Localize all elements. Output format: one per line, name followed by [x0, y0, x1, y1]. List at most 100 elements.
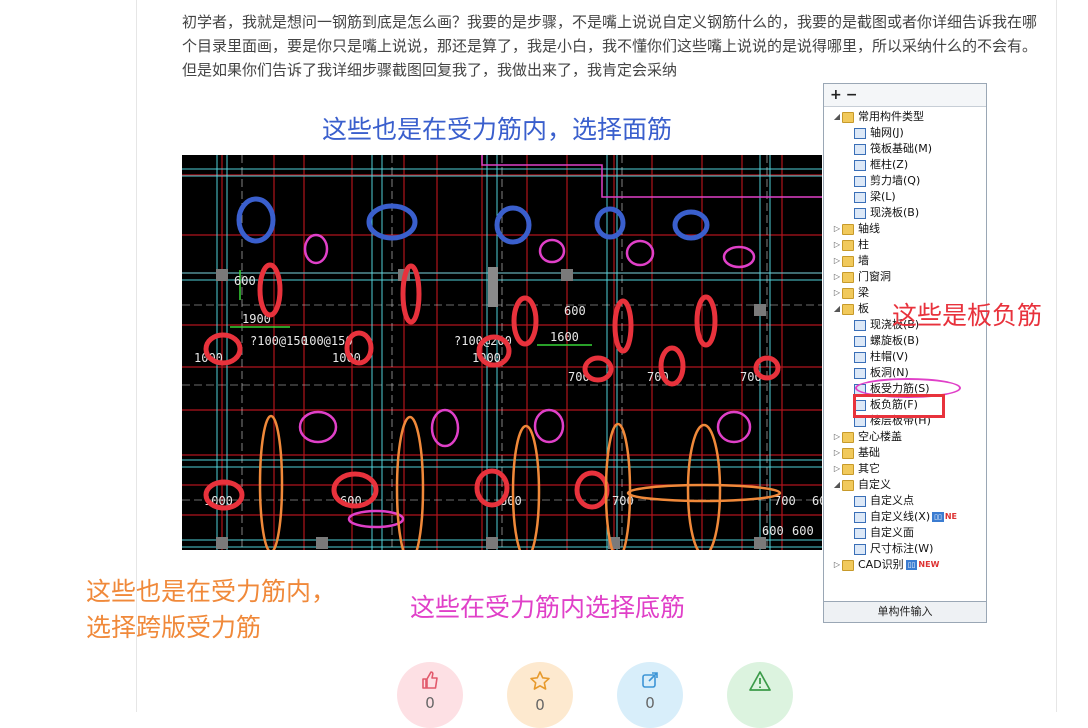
annotation-orange-line1: 这些也是在受力筋内， [86, 577, 337, 606]
orange-annotation-ellipse [604, 422, 632, 550]
favorite-button[interactable]: 0 [507, 662, 573, 728]
magenta-annotation-ellipse [430, 408, 460, 448]
favorite-count: 0 [535, 696, 545, 714]
tree-item-label: 自定义面 [870, 526, 914, 539]
tree-item-2[interactable]: 筏板基础(M) [824, 141, 986, 157]
cad-drawing: 1900 600 1600 600 ?100@150 100@150 ?100@200 100… [182, 155, 822, 550]
report-button[interactable] [727, 662, 793, 728]
tree-item-label: 框柱(Z) [870, 158, 909, 171]
cad-dimension-label: 1600 [550, 330, 579, 344]
tree-item-26[interactable]: 自定义面 [824, 525, 986, 541]
orange-annotation-ellipse [511, 424, 541, 550]
tree-item-label: 螺旋板(B) [870, 334, 920, 347]
cad-column [754, 537, 766, 549]
component-icon [854, 367, 866, 379]
component-icon [854, 351, 866, 363]
annotation-red: 这些是板负筋 [892, 301, 1043, 330]
tree-item-22[interactable]: ▷ 其它 [824, 461, 986, 477]
expand-arrow-icon[interactable]: ▷ [832, 461, 842, 477]
tree-item-4[interactable]: 剪力墙(Q) [824, 173, 986, 189]
tree-item-27[interactable]: 尺寸标注(W) [824, 541, 986, 557]
share-icon [642, 672, 658, 688]
collapse-all-button[interactable]: − [846, 88, 858, 102]
collapse-arrow-icon[interactable]: ◢ [832, 477, 842, 493]
tree-toolbar: + − [824, 84, 986, 107]
component-icon [854, 127, 866, 139]
expand-arrow-icon[interactable]: ▷ [832, 445, 842, 461]
new-badge: NE [944, 512, 958, 521]
annotation-orange: 这些也是在受力筋内， 选择跨版受力筋 [86, 574, 336, 646]
expand-all-button[interactable]: + [830, 88, 842, 102]
thumbs-up-icon [422, 671, 438, 689]
tree-item-label: 剪力墙(Q) [870, 174, 921, 187]
tree-list: ◢ 常用构件类型轴网(J) 筏板基础(M) 框柱(Z) 剪力墙(Q) 梁(L) 现浇板(B)… [824, 107, 986, 573]
expand-arrow-icon[interactable]: ▷ [832, 237, 842, 253]
folder-icon [842, 287, 854, 299]
expand-arrow-icon[interactable]: ▷ [832, 429, 842, 445]
annotation-blue: 这些也是在受力筋内，选择面筋 [322, 115, 673, 144]
tree-item-label: 梁 [858, 286, 869, 299]
tree-item-label: 柱 [858, 238, 869, 251]
tree-item-label: 轴网(J) [870, 126, 904, 139]
like-button[interactable]: 0 [397, 662, 463, 728]
collapse-arrow-icon[interactable]: ◢ [832, 109, 842, 125]
tree-item-label: 尺寸标注(W) [870, 542, 934, 555]
cad-dimension-label: 600 [812, 494, 822, 508]
folder-icon [842, 223, 854, 235]
expand-arrow-icon[interactable]: ▷ [832, 221, 842, 237]
tree-item-25[interactable]: 自定义线(X) ▯▯ NE [824, 509, 986, 525]
orange-annotation-ellipse [626, 483, 782, 503]
expand-arrow-icon[interactable]: ▷ [832, 285, 842, 301]
component-icon [854, 175, 866, 187]
warning-icon [749, 671, 771, 691]
share-button[interactable]: 0 [617, 662, 683, 728]
tree-item-label: CAD识别 [858, 558, 904, 571]
tree-item-21[interactable]: ▷ 基础 [824, 445, 986, 461]
tree-item-28[interactable]: ▷ CAD识别 ▯▯ NEW [824, 557, 986, 573]
magenta-annotation-ellipse [347, 509, 405, 529]
tree-item-label: 筏板基础(M) [870, 142, 933, 155]
folder-icon [842, 239, 854, 251]
expand-arrow-icon[interactable]: ▷ [832, 557, 842, 573]
tree-item-label: 其它 [858, 462, 880, 475]
tree-item-6[interactable]: 现浇板(B) [824, 205, 986, 221]
collapse-arrow-icon[interactable]: ◢ [832, 301, 842, 317]
magenta-annotation-ellipse [533, 408, 565, 444]
red-annotation-ellipse [694, 294, 718, 348]
tree-item-label: 空心楼盖 [858, 430, 902, 443]
cad-dimension-label: 600 [792, 524, 814, 538]
tree-item-3[interactable]: 框柱(Z) [824, 157, 986, 173]
component-icon [854, 143, 866, 155]
new-badge: NEW [918, 560, 940, 569]
magenta-annotation-ellipse [716, 410, 752, 444]
tree-item-7[interactable]: ▷ 轴线 [824, 221, 986, 237]
single-component-input-button[interactable]: 单构件输入 [824, 601, 986, 622]
folder-icon [842, 431, 854, 443]
expand-arrow-icon[interactable]: ▷ [832, 269, 842, 285]
tree-item-20[interactable]: ▷ 空心楼盖 [824, 429, 986, 445]
tree-item-24[interactable]: 自定义点 [824, 493, 986, 509]
tree-item-1[interactable]: 轴网(J) [824, 125, 986, 141]
tree-item-8[interactable]: ▷ 柱 [824, 237, 986, 253]
tree-item-label: 常用构件类型 [858, 110, 924, 123]
tree-item-5[interactable]: 梁(L) [824, 189, 986, 205]
folder-icon [842, 559, 854, 571]
cad-column [561, 269, 573, 281]
expand-arrow-icon[interactable]: ▷ [832, 253, 842, 269]
tree-item-9[interactable]: ▷ 墙 [824, 253, 986, 269]
tree-item-10[interactable]: ▷ 门窗洞 [824, 269, 986, 285]
cad-column [316, 537, 328, 549]
cad-dimension-label: 600 [564, 304, 586, 318]
cad-column [216, 537, 228, 549]
component-tree-panel: + − ◢ 常用构件类型轴网(J) 筏板基础(M) 框柱(Z) 剪力墙(Q) 梁(L) 现浇… [823, 83, 987, 623]
tree-item-14[interactable]: 螺旋板(B) [824, 333, 986, 349]
red-annotation-ellipse [612, 298, 634, 354]
tree-item-0[interactable]: ◢ 常用构件类型 [824, 109, 986, 125]
blue-annotation-ellipse [494, 205, 532, 245]
tree-item-23[interactable]: ◢ 自定义 [824, 477, 986, 493]
tree-item-15[interactable]: 柱帽(V) [824, 349, 986, 365]
question-text: 初学者，我就是想问一钢筋到底是怎么画？我要的是步骤，不是嘴上说说自定义钢筋什么的… [182, 13, 1038, 79]
red-annotation-ellipse [574, 470, 610, 510]
action-bar: 0 0 0 [397, 662, 793, 728]
tree-item-label: 现浇板(B) [870, 206, 920, 219]
